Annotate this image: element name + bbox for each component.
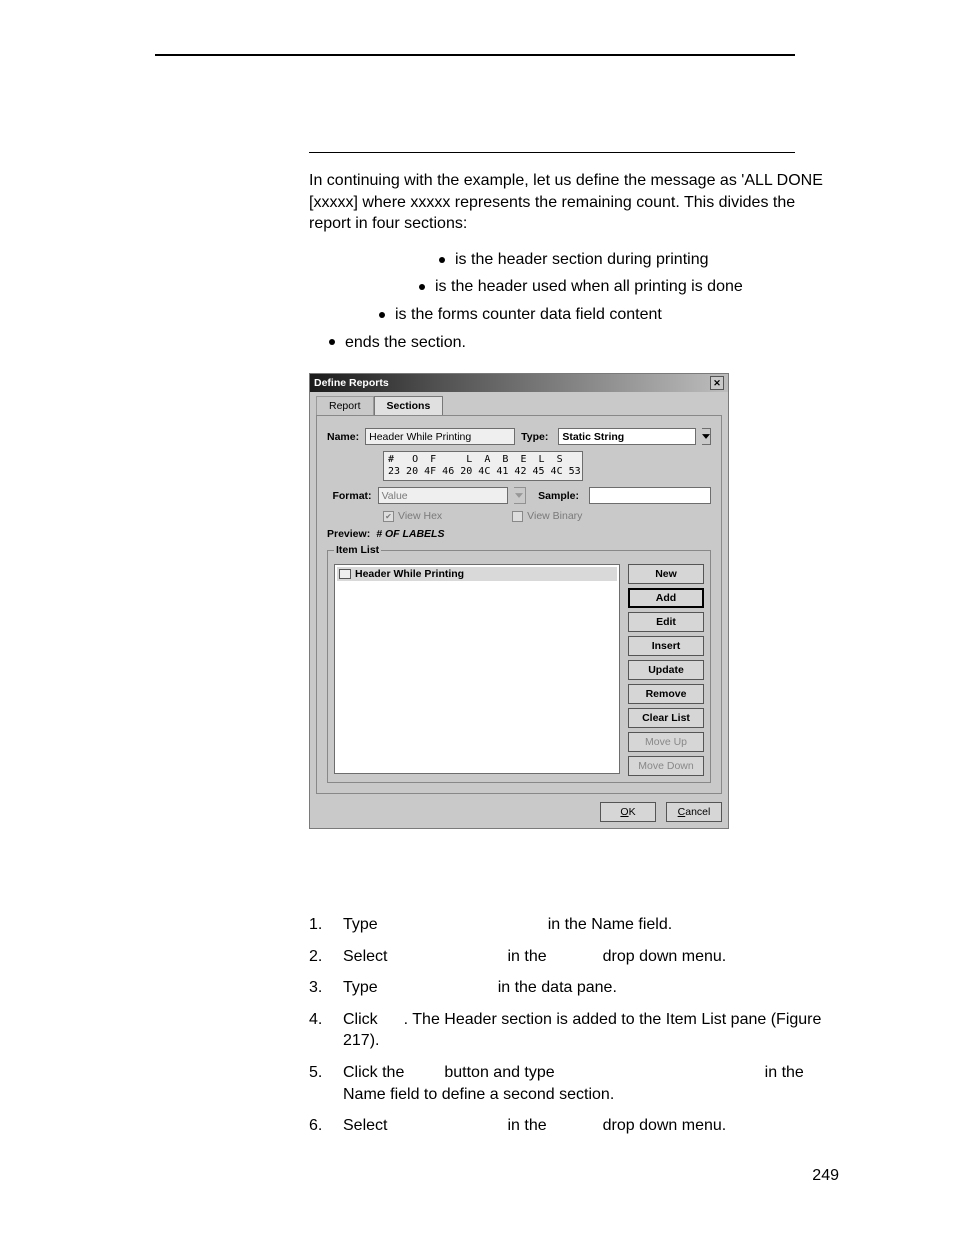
- define-reports-dialog: Define Reports ✕ Report Sections Name: H…: [309, 373, 729, 829]
- ok-button[interactable]: OK: [600, 802, 656, 822]
- bullet-text: is the header used when all printing is …: [435, 278, 743, 295]
- tab-sections[interactable]: Sections: [374, 396, 444, 415]
- add-button[interactable]: Add: [628, 588, 704, 608]
- preview-value: # OF LABELS: [376, 528, 444, 540]
- item-list-label: Item List: [334, 544, 381, 556]
- dialog-titlebar: Define Reports ✕: [310, 374, 728, 392]
- intro-paragraph: In continuing with the example, let us d…: [309, 170, 839, 235]
- close-icon[interactable]: ✕: [710, 376, 724, 390]
- type-label: Type:: [521, 431, 548, 443]
- page-header-rule: [155, 54, 795, 56]
- bullet-text: ends the section.: [345, 334, 466, 351]
- move-up-button: Move Up: [628, 732, 704, 752]
- list-item-label: Header While Printing: [355, 568, 464, 580]
- update-button[interactable]: Update: [628, 660, 704, 680]
- type-select[interactable]: Static String: [558, 428, 696, 445]
- remove-button[interactable]: Remove: [628, 684, 704, 704]
- instruction-steps: 1.Typein the Name field. 2.Selectin thed…: [309, 914, 839, 1147]
- name-label: Name:: [327, 431, 359, 443]
- section-bullet-list: is the header section during printing is…: [309, 249, 839, 353]
- item-list-fieldset: Item List Header While Printing New Add …: [327, 544, 711, 783]
- preview-label: Preview:: [327, 528, 370, 540]
- list-item[interactable]: Header While Printing: [337, 567, 617, 581]
- format-select: Value: [378, 487, 508, 504]
- chevron-down-icon[interactable]: [702, 428, 711, 445]
- sample-input[interactable]: [589, 487, 711, 504]
- section-divider: [309, 152, 795, 153]
- item-list[interactable]: Header While Printing: [334, 564, 620, 774]
- clear-list-button[interactable]: Clear List: [628, 708, 704, 728]
- edit-button[interactable]: Edit: [628, 612, 704, 632]
- name-input[interactable]: Header While Printing: [365, 428, 515, 445]
- tab-report[interactable]: Report: [316, 396, 374, 415]
- view-binary-checkbox: View Binary: [512, 510, 582, 522]
- new-button[interactable]: New: [628, 564, 704, 584]
- format-label: Format:: [327, 490, 372, 502]
- sample-label: Sample:: [538, 490, 579, 502]
- bullet-text: is the header section during printing: [455, 251, 709, 268]
- insert-button[interactable]: Insert: [628, 636, 704, 656]
- hex-data-pane[interactable]: # O F L A B E L S 23 20 4F 46 20 4C 41 4…: [383, 451, 583, 481]
- dialog-title: Define Reports: [314, 377, 389, 389]
- view-hex-checkbox: ✔View Hex: [383, 510, 442, 522]
- page-number: 249: [812, 1167, 839, 1185]
- list-item-icon: [339, 569, 351, 579]
- move-down-button: Move Down: [628, 756, 704, 776]
- cancel-button[interactable]: Cancel: [666, 802, 722, 822]
- chevron-down-icon: [514, 487, 527, 504]
- bullet-text: is the forms counter data field content: [395, 306, 662, 323]
